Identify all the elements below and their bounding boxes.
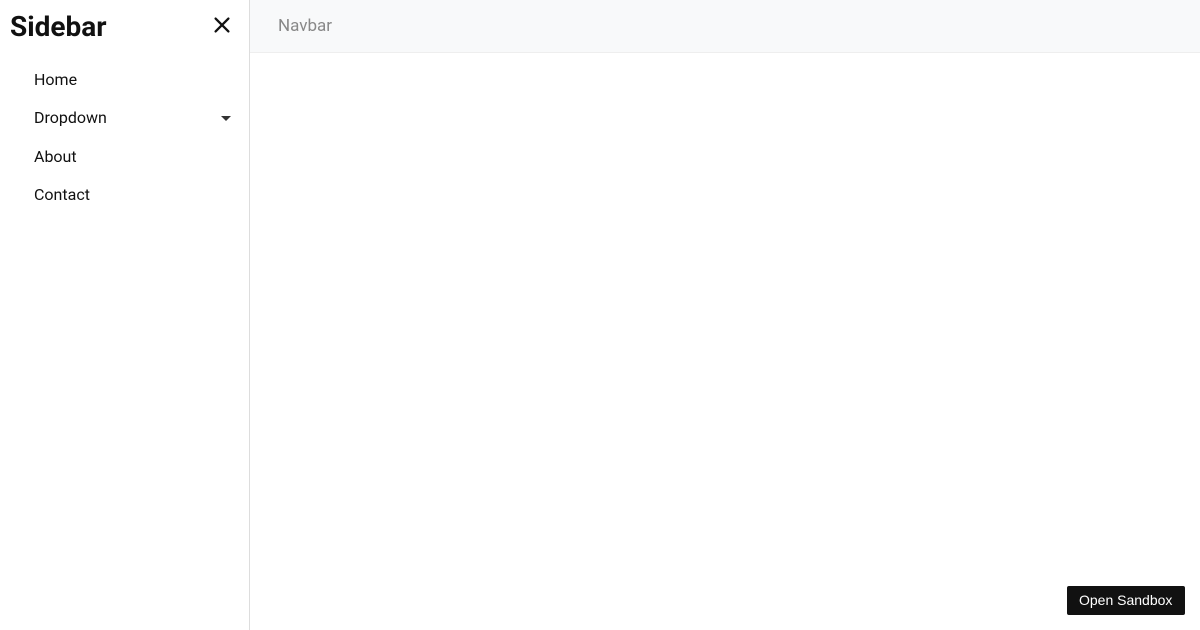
sidebar-item-about[interactable]: About [0,138,249,176]
sidebar-item-label: Dropdown [34,107,107,129]
sidebar-item-label: Home [34,69,77,91]
sidebar-header: Sidebar [0,0,249,53]
sidebar-item-home[interactable]: Home [0,61,249,99]
close-icon [211,14,233,39]
sidebar-item-label: About [34,146,77,168]
close-sidebar-button[interactable] [207,10,237,43]
caret-down-icon [221,116,231,121]
navbar-brand[interactable]: Navbar [278,16,332,36]
sidebar-nav: Home Dropdown About Contact [0,53,249,223]
main-area: Navbar Open Sandbox [250,0,1200,630]
navbar: Navbar [250,0,1200,53]
open-sandbox-button[interactable]: Open Sandbox [1067,586,1185,615]
sidebar-item-contact[interactable]: Contact [0,176,249,214]
sidebar-item-label: Contact [34,184,90,206]
main-content [250,53,1200,630]
sidebar-item-dropdown[interactable]: Dropdown [0,99,249,137]
sidebar-title: Sidebar [10,10,107,43]
sidebar: Sidebar Home Dropdown About Contact [0,0,250,630]
